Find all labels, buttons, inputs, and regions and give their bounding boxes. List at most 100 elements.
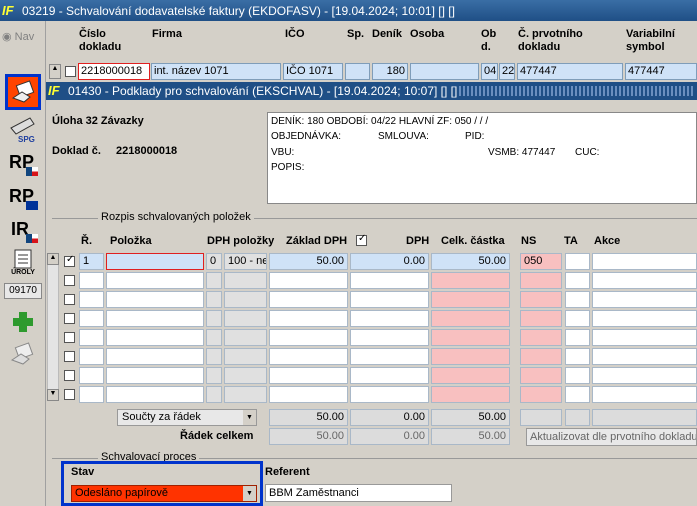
grid-scroll-down[interactable]: ▼ <box>47 389 59 401</box>
grid-empty-cell[interactable] <box>79 272 104 289</box>
grid-empty-cell[interactable] <box>592 367 697 384</box>
grid-empty-cell[interactable] <box>106 348 204 365</box>
referent-field[interactable]: BBM Zaměstnanci <box>265 484 452 502</box>
grid-empty-cell[interactable] <box>269 329 348 346</box>
grid-empty-cell[interactable] <box>106 272 204 289</box>
grid-empty-cell[interactable] <box>592 291 697 308</box>
grid-empty-cell[interactable] <box>206 329 222 346</box>
grid-empty-cell[interactable] <box>431 310 510 327</box>
grid-empty-cell[interactable] <box>520 348 562 365</box>
grid-cell-zaklad[interactable]: 50.00 <box>269 253 348 270</box>
rp-cz-button[interactable]: RP <box>6 146 40 178</box>
grid-empty-cell[interactable] <box>79 386 104 403</box>
grid-cell-polozka[interactable] <box>106 253 204 270</box>
grid-empty-cell[interactable] <box>269 291 348 308</box>
grid-empty-cell[interactable] <box>350 310 429 327</box>
cislo-cell[interactable]: 2218000018 <box>78 63 150 80</box>
grid-empty-cell[interactable] <box>206 291 222 308</box>
grid-empty-cell[interactable] <box>106 386 204 403</box>
aktualizovat-button[interactable]: Aktualizovat dle prvotního dokladu <box>526 428 697 446</box>
grid-empty-cell[interactable] <box>592 348 697 365</box>
grid-empty-cell[interactable] <box>269 348 348 365</box>
ob-cell[interactable]: 04 <box>481 63 498 80</box>
grid-empty-cell[interactable] <box>565 272 590 289</box>
nav-button[interactable]: ◉ Nav <box>2 30 34 43</box>
roles-button[interactable]: ÚROLY <box>6 246 40 278</box>
grid-row-checkbox[interactable] <box>64 275 75 286</box>
grid-cell-celk[interactable]: 50.00 <box>431 253 510 270</box>
grid-empty-cell[interactable] <box>565 291 590 308</box>
grid-row-checkbox[interactable] <box>64 370 75 381</box>
grid-empty-cell[interactable] <box>350 386 429 403</box>
grid-empty-cell[interactable] <box>206 348 222 365</box>
grid-empty-cell[interactable] <box>224 291 267 308</box>
grid-empty-cell[interactable] <box>592 272 697 289</box>
grid-empty-cell[interactable] <box>224 329 267 346</box>
grid-cell-r[interactable]: 1 <box>79 253 104 270</box>
grid-empty-cell[interactable] <box>206 386 222 403</box>
firma-cell[interactable]: int. název 1071 <box>151 63 281 80</box>
grid-empty-cell[interactable] <box>520 386 562 403</box>
cprv-cell[interactable]: 477447 <box>517 63 623 80</box>
grid-empty-cell[interactable] <box>269 310 348 327</box>
add-button[interactable] <box>6 306 40 338</box>
grid-empty-cell[interactable] <box>79 291 104 308</box>
grid-empty-cell[interactable] <box>592 386 697 403</box>
grid-row-checkbox[interactable] <box>64 332 75 343</box>
denik-cell[interactable]: 180 <box>372 63 408 80</box>
grid-cell-ta[interactable] <box>565 253 590 270</box>
spg-button[interactable]: SPG <box>6 113 40 145</box>
grid-row-checkbox[interactable] <box>64 294 75 305</box>
grid-empty-cell[interactable] <box>79 310 104 327</box>
grid-empty-cell[interactable] <box>79 348 104 365</box>
grid-empty-cell[interactable] <box>224 367 267 384</box>
grid-empty-cell[interactable] <box>206 272 222 289</box>
grid-empty-cell[interactable] <box>269 386 348 403</box>
row-checkbox[interactable] <box>65 66 76 77</box>
grid-empty-cell[interactable] <box>79 367 104 384</box>
vs-cell[interactable]: 477447 <box>625 63 697 80</box>
grid-scroll-up[interactable]: ▲ <box>47 253 59 265</box>
grid-empty-cell[interactable] <box>269 272 348 289</box>
grid-empty-cell[interactable] <box>79 329 104 346</box>
grid-scrollbar[interactable] <box>47 253 59 401</box>
grid-empty-cell[interactable] <box>520 329 562 346</box>
grid-cell-dph-n[interactable]: 0 <box>206 253 222 270</box>
grid-empty-cell[interactable] <box>592 310 697 327</box>
grid-empty-cell[interactable] <box>520 291 562 308</box>
grid-empty-cell[interactable] <box>206 367 222 384</box>
grid-empty-cell[interactable] <box>106 329 204 346</box>
grid-cell-dph-txt[interactable]: 100 - ne <box>224 253 267 270</box>
grid-cell-dph[interactable]: 0.00 <box>350 253 429 270</box>
grid-empty-cell[interactable] <box>106 367 204 384</box>
grid-empty-cell[interactable] <box>224 348 267 365</box>
grid-empty-cell[interactable] <box>224 310 267 327</box>
grid-row-checkbox[interactable]: ✓ <box>64 254 75 267</box>
grid-empty-cell[interactable] <box>431 272 510 289</box>
grid-empty-cell[interactable] <box>431 329 510 346</box>
grid-header-checkbox[interactable]: ✓ <box>356 233 367 246</box>
grid-empty-cell[interactable] <box>350 291 429 308</box>
grid-row-checkbox[interactable] <box>64 351 75 362</box>
grid-empty-cell[interactable] <box>106 310 204 327</box>
stav-select[interactable]: Odesláno papírově ▼ <box>71 485 257 502</box>
grid-empty-cell[interactable] <box>106 291 204 308</box>
grid-empty-cell[interactable] <box>520 310 562 327</box>
grid-empty-cell[interactable] <box>224 272 267 289</box>
grid-empty-cell[interactable] <box>350 348 429 365</box>
grid-empty-cell[interactable] <box>565 310 590 327</box>
grid-empty-cell[interactable] <box>431 291 510 308</box>
ir-button[interactable]: IR <box>6 213 40 245</box>
grid-empty-cell[interactable] <box>565 348 590 365</box>
grid-empty-cell[interactable] <box>431 348 510 365</box>
approve-document-button[interactable] <box>5 74 41 110</box>
grid-row-checkbox[interactable] <box>64 313 75 324</box>
grid-empty-cell[interactable] <box>350 272 429 289</box>
grid-empty-cell[interactable] <box>350 329 429 346</box>
grid-cell-ns[interactable]: 050 <box>520 253 562 270</box>
grid-empty-cell[interactable] <box>565 367 590 384</box>
grid-empty-cell[interactable] <box>565 386 590 403</box>
soucty-select[interactable]: Součty za řádek ▼ <box>117 409 257 426</box>
sp-cell[interactable] <box>345 63 370 80</box>
grid-empty-cell[interactable] <box>206 310 222 327</box>
